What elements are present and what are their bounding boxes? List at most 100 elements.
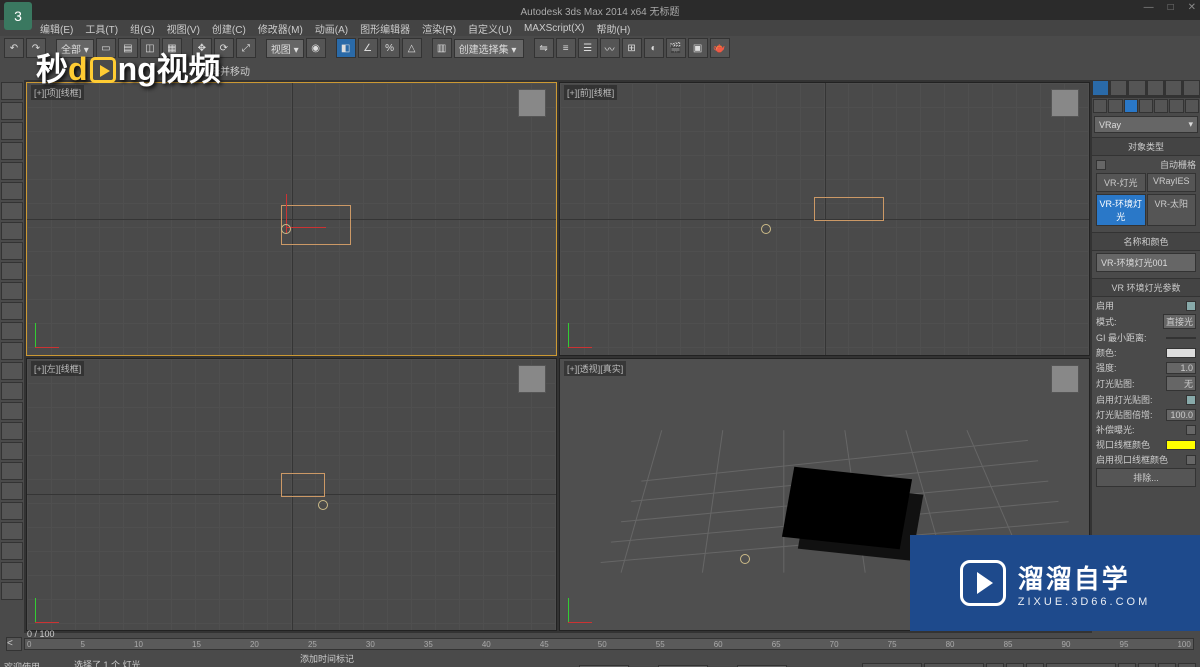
mode-dropdown[interactable]: 直接光 bbox=[1163, 314, 1196, 329]
lt-btn-1[interactable] bbox=[1, 82, 23, 100]
enable-checkbox[interactable] bbox=[1186, 301, 1196, 311]
nav-pan-button[interactable] bbox=[1118, 663, 1136, 667]
lt-btn-8[interactable] bbox=[1, 222, 23, 240]
redo-button[interactable]: ↷ bbox=[26, 38, 46, 58]
selection-filter-dropdown[interactable]: 全部 ▾ bbox=[56, 39, 94, 58]
viewport-front[interactable]: [+][前][线框] bbox=[559, 82, 1090, 356]
menu-render[interactable]: 渲染(R) bbox=[422, 21, 456, 36]
viewport-left-label[interactable]: [+][左][线框] bbox=[31, 361, 84, 376]
next-key-button[interactable] bbox=[1026, 663, 1044, 667]
nav-zoom-button[interactable] bbox=[1138, 663, 1156, 667]
timeline-toggle[interactable]: < bbox=[6, 637, 22, 651]
lt-btn-12[interactable] bbox=[1, 302, 23, 320]
gi-min-spinner[interactable] bbox=[1166, 337, 1196, 339]
viewcube-icon[interactable] bbox=[518, 365, 546, 393]
object-outline[interactable] bbox=[814, 197, 884, 221]
named-selection-dropdown[interactable]: 创建选择集 ▾ bbox=[454, 39, 524, 58]
tab-modify[interactable] bbox=[1110, 80, 1127, 96]
app-icon[interactable]: 3 bbox=[4, 2, 32, 30]
viewport-left[interactable]: [+][左][线框] bbox=[26, 358, 557, 632]
section-header[interactable]: 名称和颜色 bbox=[1092, 232, 1200, 251]
menu-help[interactable]: 帮助(H) bbox=[597, 21, 631, 36]
btn-vray-ies[interactable]: VRayIES bbox=[1147, 173, 1197, 192]
lt-btn-18[interactable] bbox=[1, 422, 23, 440]
key-filter-button[interactable]: 关键点过滤器 bbox=[1046, 663, 1116, 667]
lt-btn-24[interactable] bbox=[1, 542, 23, 560]
lt-btn-13[interactable] bbox=[1, 322, 23, 340]
menu-graph-editors[interactable]: 图形编辑器 bbox=[360, 21, 410, 36]
undo-button[interactable]: ↶ bbox=[4, 38, 24, 58]
exclude-button[interactable]: 排除... bbox=[1096, 468, 1196, 487]
spinner-snap-button[interactable]: △ bbox=[402, 38, 422, 58]
cat-systems[interactable] bbox=[1185, 99, 1199, 113]
intensity-spinner[interactable]: 1.0 bbox=[1166, 362, 1196, 374]
menu-modifiers[interactable]: 修改器(M) bbox=[258, 21, 303, 36]
color-swatch[interactable] bbox=[1166, 348, 1196, 358]
prev-key-button[interactable] bbox=[986, 663, 1004, 667]
material-editor-button[interactable]: ◐ bbox=[644, 38, 664, 58]
menu-customize[interactable]: 自定义(U) bbox=[468, 21, 512, 36]
rotate-button[interactable]: ⟳ bbox=[214, 38, 234, 58]
viewcube-icon[interactable] bbox=[1051, 89, 1079, 117]
renderer-dropdown[interactable]: VRay▾ bbox=[1094, 116, 1198, 133]
named-sel-button[interactable]: ▥ bbox=[432, 38, 452, 58]
close-button[interactable]: ✕ bbox=[1188, 2, 1196, 13]
use-lightmap-checkbox[interactable] bbox=[1186, 395, 1196, 405]
lt-btn-6[interactable] bbox=[1, 182, 23, 200]
lt-btn-4[interactable] bbox=[1, 142, 23, 160]
lt-btn-26[interactable] bbox=[1, 582, 23, 600]
lt-btn-22[interactable] bbox=[1, 502, 23, 520]
angle-snap-button[interactable]: ∠ bbox=[358, 38, 378, 58]
lt-btn-2[interactable] bbox=[1, 102, 23, 120]
add-time-tag[interactable]: 添加时间标记 bbox=[300, 652, 354, 665]
tab-motion[interactable] bbox=[1147, 80, 1164, 96]
tab-display[interactable] bbox=[1165, 80, 1182, 96]
viewport-top-label[interactable]: [+][项][线框] bbox=[31, 85, 84, 100]
auto-key-button[interactable]: 自动关键点 bbox=[862, 663, 922, 667]
viewport-top[interactable]: [+][项][线框] bbox=[26, 82, 557, 356]
cat-lights[interactable] bbox=[1124, 99, 1138, 113]
lt-btn-17[interactable] bbox=[1, 402, 23, 420]
layer-button[interactable]: ☰ bbox=[578, 38, 598, 58]
nav-maximize-button[interactable] bbox=[1178, 663, 1196, 667]
lt-btn-14[interactable] bbox=[1, 342, 23, 360]
maximize-button[interactable]: □ bbox=[1168, 2, 1174, 13]
select-name-button[interactable]: ▤ bbox=[118, 38, 138, 58]
lt-btn-25[interactable] bbox=[1, 562, 23, 580]
section-header[interactable]: VR 环境灯光参数 bbox=[1092, 278, 1200, 297]
select-region-button[interactable]: ◫ bbox=[140, 38, 160, 58]
set-key-button[interactable]: 设置关键点 bbox=[924, 663, 984, 667]
cat-shapes[interactable] bbox=[1108, 99, 1122, 113]
minimize-button[interactable]: — bbox=[1144, 2, 1154, 13]
menu-view[interactable]: 视图(V) bbox=[167, 21, 200, 36]
tab-hierarchy[interactable] bbox=[1128, 80, 1145, 96]
lightmap-mult-spinner[interactable]: 100.0 bbox=[1166, 409, 1196, 421]
tab-utilities[interactable] bbox=[1183, 80, 1200, 96]
ref-coord-dropdown[interactable]: 视图 ▾ bbox=[266, 39, 304, 58]
btn-vr-env-light[interactable]: VR-环境灯光 bbox=[1096, 194, 1146, 226]
snap-toggle-button[interactable]: ◧ bbox=[336, 38, 356, 58]
lt-btn-10[interactable] bbox=[1, 262, 23, 280]
viewport-front-label[interactable]: [+][前][线框] bbox=[564, 85, 617, 100]
render-button[interactable]: 🫖 bbox=[710, 38, 730, 58]
light-target-icon[interactable] bbox=[740, 554, 750, 564]
menu-group[interactable]: 组(G) bbox=[130, 21, 154, 36]
compensate-checkbox[interactable] bbox=[1186, 425, 1196, 435]
lt-btn-21[interactable] bbox=[1, 482, 23, 500]
lt-btn-7[interactable] bbox=[1, 202, 23, 220]
cat-space-warps[interactable] bbox=[1169, 99, 1183, 113]
time-slider[interactable]: 0 / 100 0510 152025 303540 455055 606570… bbox=[24, 638, 1194, 650]
lt-btn-3[interactable] bbox=[1, 122, 23, 140]
object-name-input[interactable]: VR-环境灯光001 bbox=[1096, 253, 1196, 272]
render-frame-button[interactable]: ▣ bbox=[688, 38, 708, 58]
nav-orbit-button[interactable] bbox=[1158, 663, 1176, 667]
cat-helpers[interactable] bbox=[1154, 99, 1168, 113]
use-wire-checkbox[interactable] bbox=[1186, 455, 1196, 465]
viewcube-icon[interactable] bbox=[518, 89, 546, 117]
box-object[interactable] bbox=[782, 466, 912, 549]
btn-vr-sun[interactable]: VR-太阳 bbox=[1147, 194, 1197, 226]
viewport-perspective[interactable]: [+][透视][真实] bbox=[559, 358, 1090, 632]
lt-btn-15[interactable] bbox=[1, 362, 23, 380]
lt-btn-9[interactable] bbox=[1, 242, 23, 260]
cat-geometry[interactable] bbox=[1093, 99, 1107, 113]
